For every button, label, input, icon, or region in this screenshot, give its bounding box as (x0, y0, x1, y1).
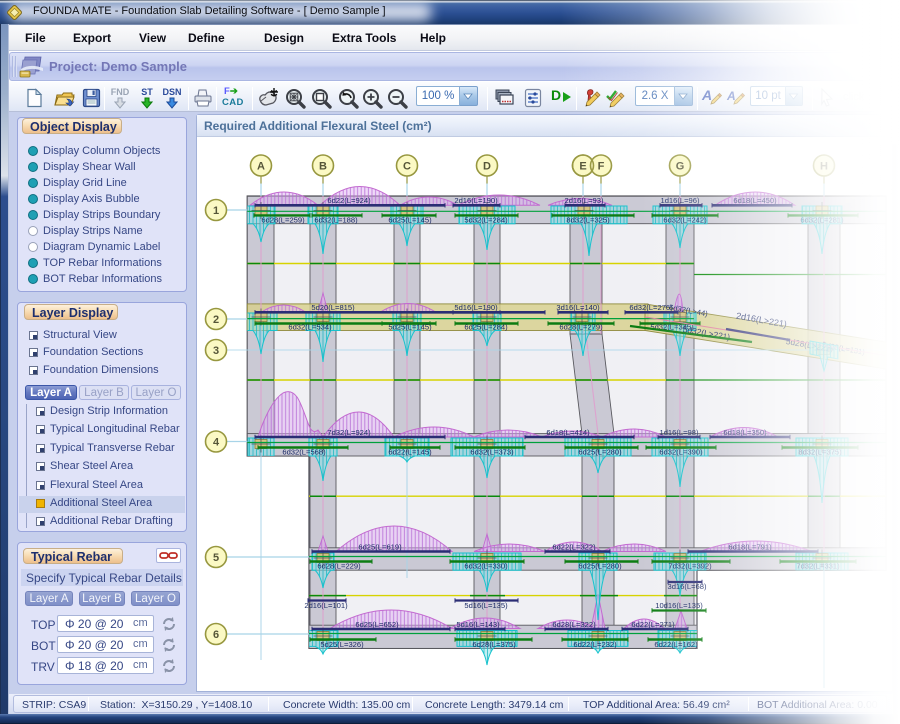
svg-text:6d32(L=534): 6d32(L=534) (288, 322, 332, 331)
svg-text:5d20(L=815): 5d20(L=815) (311, 303, 355, 312)
svg-text:6d32(L=242): 6d32(L=242) (663, 216, 707, 225)
svg-text:8d32(L=375): 8d32(L=375) (798, 447, 842, 456)
svg-text:5d25(L=145): 5d25(L=145) (388, 322, 432, 331)
svg-text:7d32(L=924): 7d32(L=924) (327, 428, 371, 437)
svg-text:6d22(L=145): 6d22(L=145) (388, 447, 432, 456)
svg-text:6d18(L=791): 6d18(L=791) (728, 542, 772, 551)
svg-text:3d16(L=140): 3d16(L=140) (556, 303, 600, 312)
svg-text:6d25(L=280): 6d25(L=280) (578, 447, 622, 456)
svg-text:6d22(L=322): 6d22(L=322) (552, 542, 596, 551)
svg-text:H: H (820, 161, 828, 173)
svg-text:6d32(L=390): 6d32(L=390) (659, 447, 703, 456)
svg-text:4: 4 (213, 437, 220, 449)
svg-text:G: G (676, 161, 685, 173)
svg-text:6d32(L=568): 6d32(L=568) (282, 447, 326, 456)
svg-text:6d32(L=330): 6d32(L=330) (464, 562, 508, 571)
svg-text:6d28(L=322): 6d28(L=322) (552, 620, 596, 629)
svg-text:B: B (319, 161, 327, 173)
svg-text:1d16(L=96): 1d16(L=96) (660, 196, 700, 205)
svg-text:5d16(L=135): 5d16(L=135) (464, 601, 508, 610)
svg-text:6d22(L=271): 6d22(L=271) (631, 620, 675, 629)
svg-text:6: 6 (213, 629, 219, 641)
svg-text:5d32(L=284): 5d32(L=284) (464, 216, 508, 225)
svg-text:C: C (403, 161, 411, 173)
svg-text:7d32(L=392): 7d32(L=392) (668, 562, 712, 571)
svg-text:5: 5 (213, 552, 219, 564)
svg-text:6d25(L=652): 6d25(L=652) (355, 620, 399, 629)
svg-text:2: 2 (213, 314, 219, 326)
svg-text:6d25(L=284): 6d25(L=284) (464, 322, 508, 331)
svg-text:F: F (598, 161, 605, 173)
svg-text:6d28(L=229): 6d28(L=229) (317, 562, 361, 571)
svg-text:2d16(L=93): 2d16(L=93) (564, 196, 604, 205)
svg-text:A: A (257, 161, 265, 173)
svg-text:5d16(L=143): 5d16(L=143) (456, 620, 500, 629)
svg-text:10d16(L=135): 10d16(L=135) (655, 601, 703, 610)
svg-text:1: 1 (213, 205, 219, 217)
svg-text:6d32(L=188): 6d32(L=188) (314, 216, 358, 225)
svg-text:6d25(L=280): 6d25(L=280) (578, 562, 622, 571)
svg-text:E: E (579, 161, 586, 173)
svg-text:6d32(L=276): 6d32(L=276) (629, 303, 673, 312)
svg-text:5d16(L=190): 5d16(L=190) (454, 303, 498, 312)
svg-text:3d16(L=68): 3d16(L=68) (667, 582, 707, 591)
svg-text:6d28(L=279): 6d28(L=279) (559, 322, 603, 331)
svg-text:6d18(L=450): 6d18(L=450) (733, 196, 777, 205)
svg-text:6d32(L=281): 6d32(L=281) (800, 216, 844, 225)
svg-text:6d22(L=232): 6d22(L=232) (573, 640, 617, 649)
svg-text:D: D (483, 161, 491, 173)
svg-text:6d28(L=375): 6d28(L=375) (472, 640, 516, 649)
svg-text:6d28(L=259): 6d28(L=259) (261, 216, 305, 225)
svg-text:6d25(L=619): 6d25(L=619) (358, 542, 402, 551)
svg-text:6d18(L=414): 6d18(L=414) (546, 428, 590, 437)
svg-text:6d25(L=145): 6d25(L=145) (388, 216, 432, 225)
svg-text:6d22(L=924): 6d22(L=924) (327, 196, 371, 205)
svg-text:1d16(L=98): 1d16(L=98) (659, 428, 699, 437)
svg-text:6d32(L=373): 6d32(L=373) (470, 447, 514, 456)
svg-text:3: 3 (213, 345, 219, 357)
svg-text:6d22(L=162): 6d22(L=162) (654, 640, 698, 649)
svg-text:2d16(L=190): 2d16(L=190) (454, 196, 498, 205)
svg-text:6d18(L=350): 6d18(L=350) (723, 428, 767, 437)
svg-text:8d32(L=325): 8d32(L=325) (566, 216, 610, 225)
svg-text:2d16(L=101): 2d16(L=101) (304, 601, 348, 610)
svg-text:5d25(L=326): 5d25(L=326) (320, 640, 364, 649)
svg-text:7d32(L=331): 7d32(L=331) (796, 562, 840, 571)
